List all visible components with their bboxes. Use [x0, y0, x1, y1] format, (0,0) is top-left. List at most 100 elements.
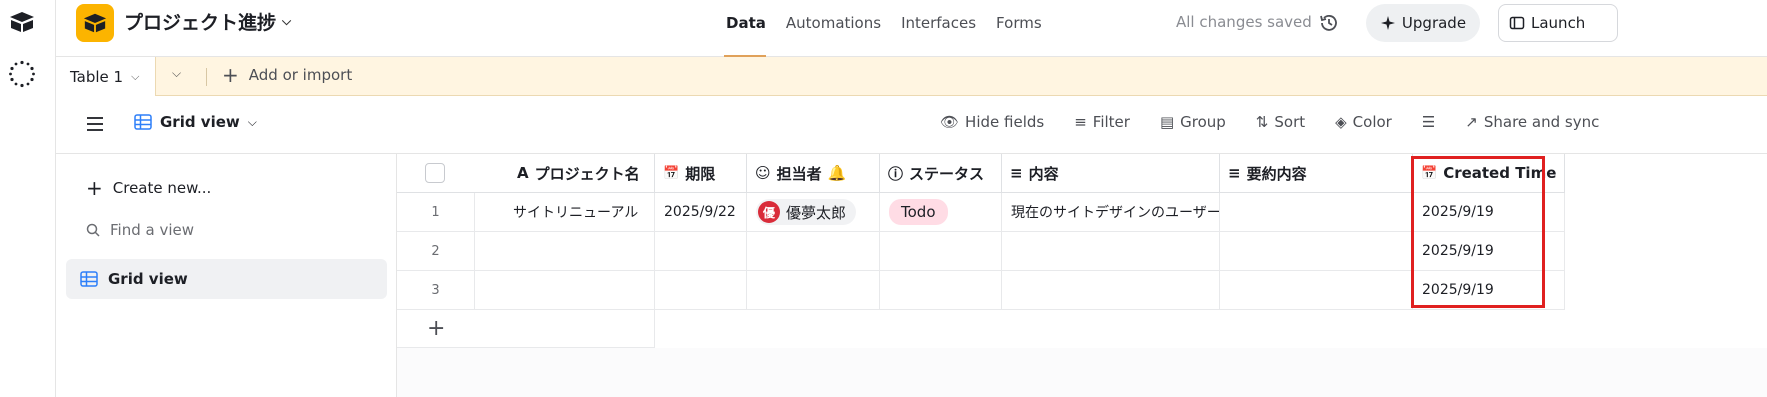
- status-badge: Todo: [889, 199, 948, 225]
- group-button[interactable]: ▤ Group: [1160, 113, 1226, 131]
- hide-fields-button[interactable]: 👁 Hide fields: [940, 113, 1044, 131]
- cell-status[interactable]: Todo: [880, 193, 1002, 232]
- search-icon: [86, 223, 100, 237]
- add-record-button[interactable]: +: [397, 310, 655, 348]
- status-select-icon: ⓘ: [888, 164, 904, 183]
- column-header-label: 内容: [1028, 164, 1059, 183]
- plus-icon: +: [222, 63, 239, 87]
- cell-assignee[interactable]: 優 優夢太郎: [747, 193, 880, 232]
- chevron-down-icon: ⌵: [282, 14, 292, 28]
- add-import-label: Add or import: [248, 66, 353, 84]
- color-label: Color: [1352, 113, 1392, 131]
- cell-status[interactable]: [880, 232, 1002, 271]
- find-view-placeholder: Find a view: [110, 221, 195, 239]
- column-header-label: Created Time: [1443, 164, 1557, 182]
- top-header: プロジェクト進捗 ⌵ Data Automations Interfaces F…: [56, 0, 1767, 57]
- group-label: Group: [1180, 113, 1226, 131]
- divider: [206, 68, 207, 86]
- cell-summary[interactable]: [1220, 232, 1413, 271]
- nav-data[interactable]: Data: [716, 0, 776, 57]
- column-header-summary[interactable]: ≡ 要約内容: [1220, 154, 1413, 193]
- add-or-import-button[interactable]: + Add or import: [222, 63, 353, 87]
- launch-icon: [1509, 16, 1525, 30]
- cell-content[interactable]: [1002, 232, 1220, 271]
- row-height-button[interactable]: ☰: [1422, 113, 1435, 131]
- group-icon: ▤: [1159, 113, 1175, 131]
- sidebar-item-grid-view[interactable]: Grid view: [66, 259, 387, 299]
- row-number: 3: [397, 271, 475, 310]
- cell-content[interactable]: 現在のサイトデザインのユーザー…: [1002, 193, 1220, 232]
- upgrade-label: Upgrade: [1401, 14, 1467, 32]
- filter-icon: ≡: [1074, 113, 1087, 131]
- cell-assignee[interactable]: [747, 232, 880, 271]
- cell-status[interactable]: [880, 271, 1002, 310]
- hide-fields-label: Hide fields: [965, 113, 1045, 131]
- column-header-due[interactable]: 📅 期限: [655, 154, 747, 193]
- nav-interfaces[interactable]: Interfaces: [891, 0, 986, 57]
- select-all-checkbox[interactable]: [425, 163, 445, 183]
- cell-project-name[interactable]: [475, 271, 655, 310]
- left-rail: [0, 0, 56, 397]
- chevron-down-icon: ⌵: [247, 114, 257, 129]
- cell-due[interactable]: 2025/9/22: [655, 193, 747, 232]
- cell-content[interactable]: [1002, 271, 1220, 310]
- table-tab-bar: Table 1 ⌵ ⌵ + Add or import: [56, 57, 1767, 96]
- cell-created-time[interactable]: 2025/9/19: [1413, 232, 1565, 271]
- share-icon: ↗: [1465, 113, 1478, 131]
- column-header-created-time[interactable]: 📅 Created Time: [1413, 154, 1565, 193]
- view-tools: 👁 Hide fields ≡ Filter ▤ Group ⇅ Sort ◈ …: [940, 113, 1599, 131]
- avatar: 優: [758, 201, 780, 223]
- airtable-logo-icon[interactable]: [9, 11, 35, 33]
- cell-summary[interactable]: [1220, 271, 1413, 310]
- filter-button[interactable]: ≡ Filter: [1074, 113, 1130, 131]
- color-button[interactable]: ◈ Color: [1335, 113, 1392, 131]
- base-icon[interactable]: [76, 4, 114, 42]
- base-title[interactable]: プロジェクト進捗 ⌵: [124, 8, 291, 35]
- eye-off-icon: 👁: [940, 113, 960, 131]
- cell-due[interactable]: [655, 271, 747, 310]
- loading-spinner-icon: [9, 60, 35, 88]
- plus-icon: +: [86, 176, 103, 200]
- cell-created-time[interactable]: 2025/9/19: [1413, 193, 1565, 232]
- views-sidebar: + Create new... Find a view Grid view: [56, 154, 397, 397]
- column-header-label: 期限: [685, 164, 716, 183]
- find-view-input[interactable]: Find a view: [86, 221, 194, 239]
- cell-created-time[interactable]: 2025/9/19: [1413, 271, 1565, 310]
- create-view-button[interactable]: + Create new...: [86, 176, 211, 200]
- column-header-content[interactable]: ≡ 内容: [1002, 154, 1220, 193]
- calendar-clock-icon: 📅: [1421, 165, 1438, 181]
- cell-due[interactable]: [655, 232, 747, 271]
- row-number: 2: [397, 232, 475, 271]
- sort-button[interactable]: ⇅ Sort: [1256, 113, 1305, 131]
- column-header-assignee[interactable]: ☺ 担当者 🔔: [747, 154, 880, 193]
- cell-project-name[interactable]: [475, 232, 655, 271]
- tab-table-label: Table 1: [70, 67, 124, 86]
- tab-table-1[interactable]: Table 1 ⌵: [56, 57, 156, 96]
- sort-label: Sort: [1274, 113, 1306, 131]
- sparkle-icon: [1380, 16, 1395, 30]
- bell-icon: 🔔: [827, 164, 847, 182]
- tables-dropdown-icon[interactable]: ⌵: [172, 66, 181, 81]
- top-nav: Data Automations Interfaces Forms: [716, 0, 1052, 57]
- share-and-sync-button[interactable]: ↗ Share and sync: [1465, 113, 1599, 131]
- cell-summary[interactable]: [1220, 193, 1413, 232]
- launch-button[interactable]: Launch: [1498, 4, 1618, 42]
- upgrade-button[interactable]: Upgrade: [1366, 4, 1480, 42]
- cell-project-name[interactable]: サイトリニューアル: [475, 193, 655, 232]
- column-header-label: 担当者: [776, 164, 822, 183]
- column-header-status[interactable]: ⓘ ステータス: [880, 154, 1002, 193]
- data-grid: A プロジェクト名 📅 期限 ☺ 担当者 🔔 ⓘ ステータス ≡ 内容 ≡ 要約…: [397, 154, 1767, 397]
- assignee-chip[interactable]: 優 優夢太郎: [756, 199, 857, 225]
- long-text-icon: ≡: [1228, 164, 1241, 182]
- column-header-label: 要約内容: [1246, 164, 1307, 183]
- menu-icon[interactable]: [86, 116, 104, 132]
- plus-icon: +: [427, 316, 446, 341]
- nav-forms[interactable]: Forms: [986, 0, 1052, 57]
- long-text-icon: ≡: [1010, 164, 1023, 182]
- header-primary[interactable]: A プロジェクト名: [397, 154, 655, 193]
- nav-automations[interactable]: Automations: [776, 0, 891, 57]
- view-switcher[interactable]: Grid view ⌵: [134, 113, 257, 131]
- view-toolbar: Grid view ⌵ 👁 Hide fields ≡ Filter ▤ Gro…: [56, 96, 1767, 154]
- history-icon[interactable]: [1318, 12, 1340, 34]
- cell-assignee[interactable]: [747, 271, 880, 310]
